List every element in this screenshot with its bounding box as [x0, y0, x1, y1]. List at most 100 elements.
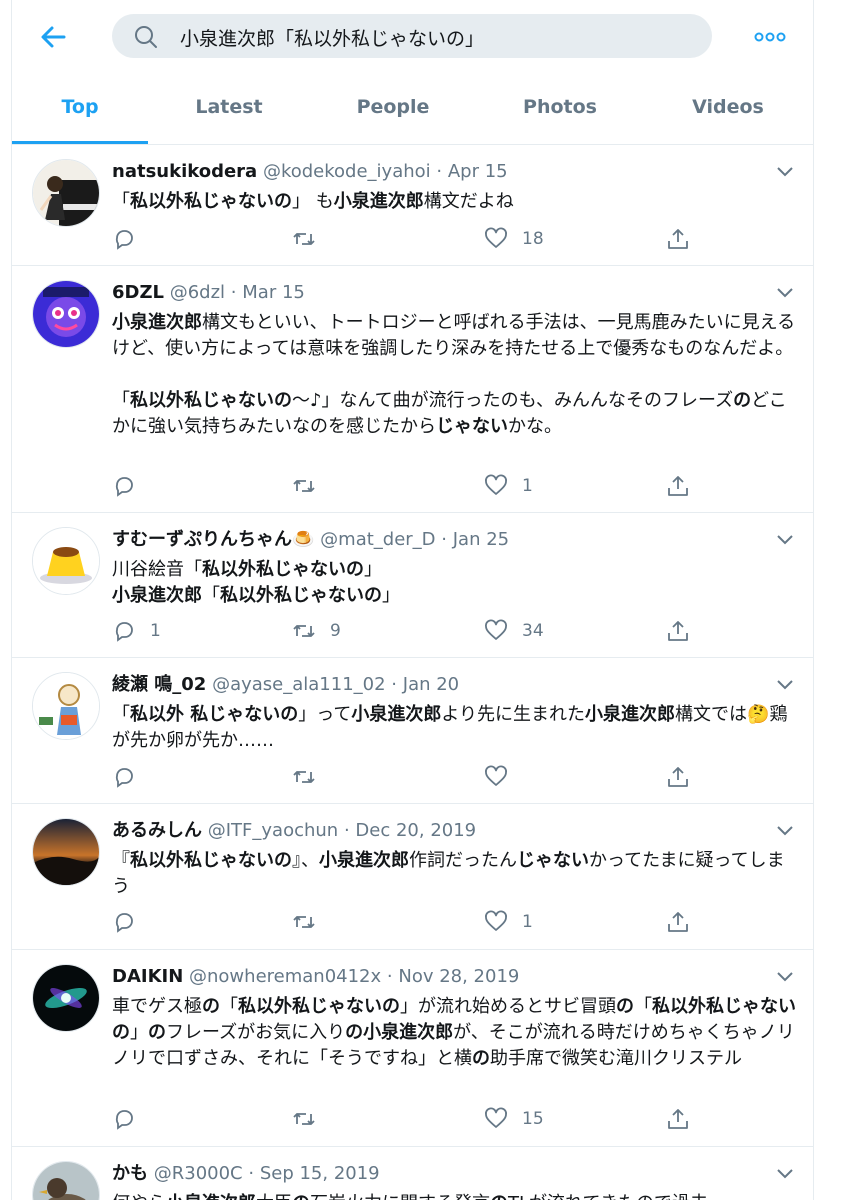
tweet-header: 6DZL @6dzl · Mar 15	[112, 282, 305, 304]
tweet-text: 「私以外 私じゃないの」って小泉進次郎より先に生まれた小泉進次郎構文では🤔鶏が先…	[112, 704, 788, 751]
like-button[interactable]	[484, 763, 522, 791]
reply-button[interactable]	[112, 472, 150, 500]
back-arrow-icon[interactable]	[36, 20, 70, 54]
share-button[interactable]	[666, 225, 690, 253]
user-handle[interactable]: @nowhereman0412x	[189, 966, 381, 987]
reply-button[interactable]	[112, 225, 150, 253]
chevron-down-icon[interactable]	[774, 968, 796, 984]
tweet[interactable]: あるみしん @ITF_yaochun · Dec 20, 2019 『私以外私じ…	[12, 804, 813, 950]
like-button[interactable]: 34	[484, 617, 544, 645]
retweet-button[interactable]	[292, 225, 330, 253]
like-count: 1	[522, 476, 533, 496]
user-handle[interactable]: @6dzl	[170, 282, 225, 303]
more-options-icon[interactable]	[752, 22, 788, 52]
user-handle[interactable]: @ayase_ala111_02	[212, 674, 386, 695]
avatar[interactable]	[32, 818, 100, 886]
share-button[interactable]	[666, 617, 690, 645]
tab-people[interactable]: People	[326, 80, 460, 144]
heart-icon	[485, 474, 507, 495]
user-name[interactable]: 綾瀬 鳴_02	[112, 674, 206, 695]
like-button[interactable]: 15	[484, 1105, 544, 1133]
like-count: 34	[522, 621, 544, 641]
separator-dot: ·	[391, 674, 398, 695]
tweet-text: 小泉進次郎構文もといい、トートロジーと呼ばれる手法は、一見馬鹿みたいに見えるけど…	[112, 312, 796, 437]
tweet-text: 車でゲス極の「私以外私じゃないの」が流れ始めるとサビ冒頭の「私以外私じゃないの」…	[112, 996, 796, 1069]
reply-button[interactable]	[112, 763, 150, 791]
user-handle[interactable]: @kodekode_iyahoi	[263, 161, 431, 182]
reply-button[interactable]	[112, 908, 150, 936]
twitter-search-page: 小泉進次郎「私以外私じゃないの」 Top Latest People Photo…	[0, 0, 841, 1200]
share-button[interactable]	[666, 1105, 690, 1133]
tweet[interactable]: 6DZL @6dzl · Mar 15 小泉進次郎構文もといい、トートロジーと呼…	[12, 266, 813, 513]
tab-photos[interactable]: Photos	[493, 80, 627, 144]
share-icon	[668, 1109, 688, 1129]
share-icon	[668, 229, 688, 249]
tweet[interactable]: DAIKIN @nowhereman0412x · Nov 28, 2019 車…	[12, 950, 813, 1147]
chevron-down-icon[interactable]	[774, 1165, 796, 1181]
user-name[interactable]: すむーずぷりんちゃん🍮	[112, 529, 314, 550]
tweet[interactable]: すむーずぷりんちゃん🍮 @mat_der_D · Jan 25 川谷絵音「私以外…	[12, 513, 813, 658]
user-name[interactable]: natsukikodera	[112, 161, 257, 182]
retweet-button[interactable]	[292, 763, 330, 791]
tweet-date[interactable]: Jan 20	[403, 674, 459, 695]
user-handle[interactable]: @ITF_yaochun	[208, 820, 338, 841]
tweet-actions: 1	[112, 472, 696, 500]
search-query: 小泉進次郎「私以外私じゃないの」	[180, 28, 485, 50]
retweet-button[interactable]	[292, 472, 330, 500]
separator-dot: ·	[386, 966, 393, 987]
like-button[interactable]: 1	[484, 908, 533, 936]
share-button[interactable]	[666, 908, 690, 936]
retweet-button[interactable]: 9	[292, 617, 341, 645]
reply-icon	[115, 913, 133, 933]
tab-videos[interactable]: Videos	[661, 80, 795, 144]
user-name[interactable]: かも	[112, 1163, 148, 1184]
avatar[interactable]	[32, 280, 100, 348]
reply-icon	[115, 768, 133, 788]
avatar[interactable]	[32, 159, 100, 227]
chevron-down-icon[interactable]	[774, 531, 796, 547]
search-input[interactable]: 小泉進次郎「私以外私じゃないの」	[112, 14, 712, 58]
chevron-down-icon[interactable]	[774, 284, 796, 300]
separator-dot: ·	[441, 529, 448, 550]
tweet-date[interactable]: Nov 28, 2019	[398, 966, 519, 987]
retweet-count: 9	[330, 621, 341, 641]
user-name[interactable]: DAIKIN	[112, 966, 183, 987]
retweet-button[interactable]	[292, 908, 330, 936]
tweet[interactable]: かも @R3000C · Sep 15, 2019 何やら小泉進次郎大臣の石炭火…	[12, 1147, 813, 1200]
tweet-date[interactable]: Jan 25	[453, 529, 509, 550]
chevron-down-icon[interactable]	[774, 822, 796, 838]
separator-dot: ·	[436, 161, 443, 182]
tab-top[interactable]: Top	[12, 80, 148, 144]
share-button[interactable]	[666, 763, 690, 791]
tweet[interactable]: 綾瀬 鳴_02 @ayase_ala111_02 · Jan 20 「私以外 私…	[12, 658, 813, 804]
tweet-date[interactable]: Apr 15	[448, 161, 508, 182]
tab-latest[interactable]: Latest	[162, 80, 296, 144]
reply-button[interactable]: 1	[112, 617, 161, 645]
tweet-date[interactable]: Sep 15, 2019	[260, 1163, 380, 1184]
user-handle[interactable]: @R3000C	[154, 1163, 243, 1184]
tweet[interactable]: natsukikodera @kodekode_iyahoi · Apr 15 …	[12, 145, 813, 266]
retweet-icon	[293, 771, 315, 783]
chevron-down-icon[interactable]	[774, 163, 796, 179]
search-tabs: Top Latest People Photos Videos	[12, 80, 813, 145]
user-name[interactable]: あるみしん	[112, 820, 202, 841]
retweet-button[interactable]	[292, 1105, 330, 1133]
tweet-actions	[112, 763, 696, 791]
reply-button[interactable]	[112, 1105, 150, 1133]
like-button[interactable]: 1	[484, 472, 533, 500]
avatar[interactable]	[32, 964, 100, 1032]
user-name[interactable]: 6DZL	[112, 282, 164, 303]
search-header: 小泉進次郎「私以外私じゃないの」	[12, 0, 813, 80]
avatar[interactable]	[32, 672, 100, 740]
share-icon	[668, 476, 688, 496]
user-handle[interactable]: @mat_der_D	[320, 529, 435, 550]
share-button[interactable]	[666, 472, 690, 500]
avatar[interactable]	[32, 1161, 100, 1200]
chevron-down-icon[interactable]	[774, 676, 796, 692]
like-button[interactable]: 18	[484, 225, 544, 253]
separator-dot: ·	[230, 282, 237, 303]
tweet-date[interactable]: Dec 20, 2019	[355, 820, 476, 841]
tweet-header: すむーずぷりんちゃん🍮 @mat_der_D · Jan 25	[112, 529, 509, 551]
tweet-date[interactable]: Mar 15	[242, 282, 305, 303]
avatar[interactable]	[32, 527, 100, 595]
